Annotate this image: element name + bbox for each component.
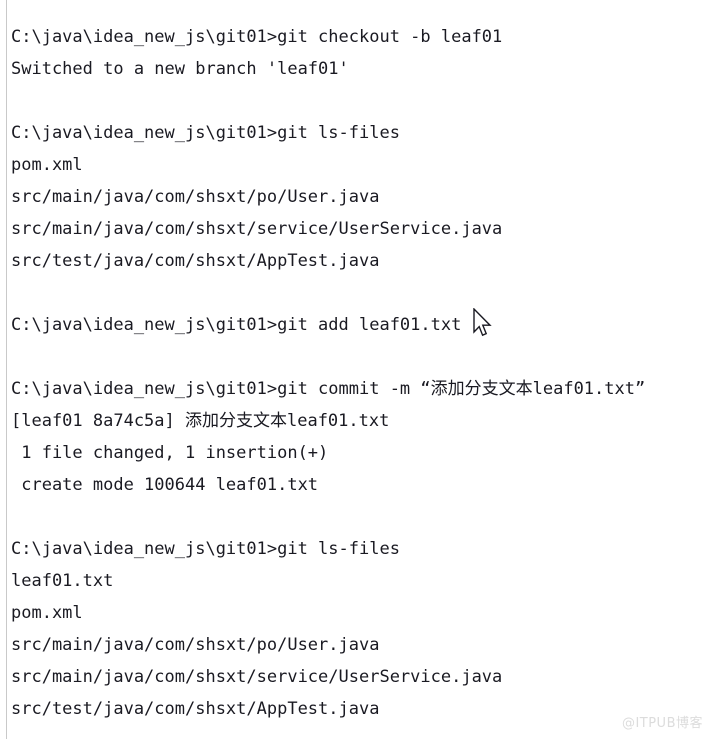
console-line-command: C:\java\idea_new_js\git01>git ls-files [11,539,400,559]
console-line-command: C:\java\idea_new_js\git01>git add leaf01… [11,315,462,335]
console-line-output: leaf01.txt [11,571,114,591]
console-line-output: src/main/java/com/shsxt/po/User.java [11,635,380,655]
console-line-output: src/main/java/com/shsxt/service/UserServ… [11,667,503,687]
console-line-command: C:\java\idea_new_js\git01>git checkout -… [11,27,503,47]
console-line-output: src/test/java/com/shsxt/AppTest.java [11,251,380,271]
console-output[interactable]: C:\java\idea_new_js\git01>git checkout -… [11,21,715,725]
console-line-output: 1 file changed, 1 insertion(+) [11,443,329,463]
watermark: @ITPUB博客 [621,716,703,731]
console-left-rule [6,0,7,739]
console-line-output: src/test/java/com/shsxt/AppTest.java [11,699,380,719]
console-line-output: src/main/java/com/shsxt/po/User.java [11,187,380,207]
console-line-output: [leaf01 8a74c5a] 添加分支文本leaf01.txt [11,411,390,431]
console-line-command: C:\java\idea_new_js\git01>git ls-files [11,123,400,143]
console-line-output: Switched to a new branch 'leaf01' [11,59,349,79]
console-line-command: C:\java\idea_new_js\git01>git commit -m … [11,379,646,399]
console-line-output: src/main/java/com/shsxt/service/UserServ… [11,219,503,239]
console-line-output: create mode 100644 leaf01.txt [11,475,319,495]
console-line-output: pom.xml [11,155,83,175]
console-line-output: pom.xml [11,603,83,623]
terminal-window[interactable]: C:\java\idea_new_js\git01>git checkout -… [0,0,715,739]
